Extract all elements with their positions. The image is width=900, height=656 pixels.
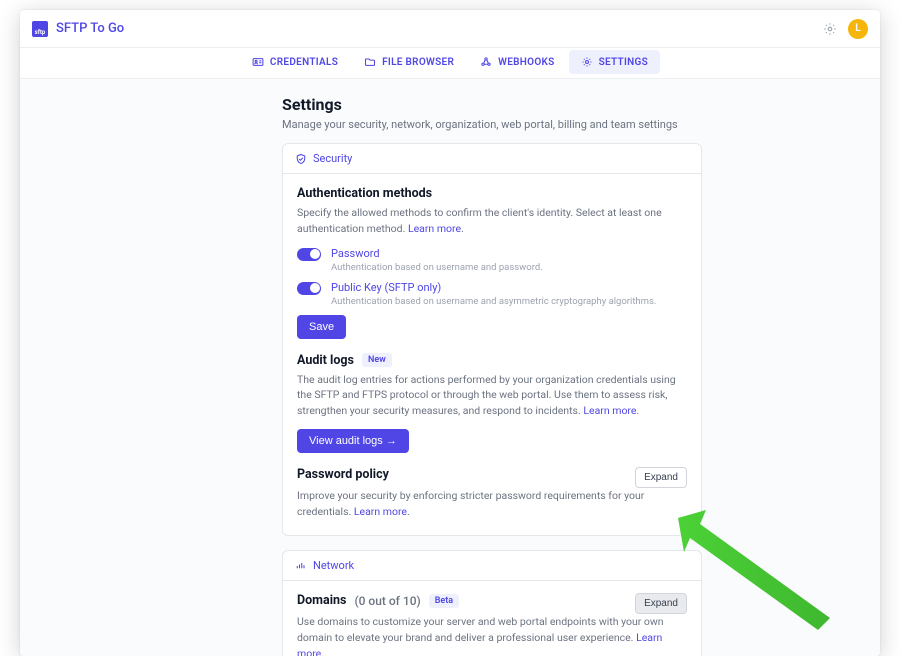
save-button[interactable]: Save [297,315,346,339]
view-audit-logs-button[interactable]: View audit logs → [297,429,409,453]
toggle-public-key-sub: Authentication based on username and asy… [331,296,687,307]
toggle-password-row: Password Authentication based on usernam… [297,247,687,273]
avatar[interactable]: L [848,19,868,39]
domains-title: Domains (0 out of 10) Beta [297,593,627,608]
toggle-password-sub: Authentication based on username and pas… [331,262,687,273]
id-card-icon [252,56,264,68]
top-bar: sftp SFTP To Go L [20,10,880,48]
expand-password-policy-button[interactable]: Expand [635,467,687,488]
toggle-public-key-label[interactable]: Public Key (SFTP only) [331,281,687,294]
toggle-public-key-row: Public Key (SFTP only) Authentication ba… [297,281,687,307]
tab-label: FILE BROWSER [382,57,454,68]
tab-label: SETTINGS [599,57,649,68]
panel-network: Network Domains (0 out of 10) Beta Expan… [282,550,702,656]
panel-header-network: Network [283,551,701,581]
auth-methods-title: Authentication methods [297,186,687,201]
domains-desc: Use domains to customize your server and… [297,614,687,656]
badge-beta: Beta [429,594,459,608]
tab-label: WEBHOOKS [498,57,554,68]
gear-icon[interactable] [822,21,838,37]
page-subtitle: Manage your security, network, organizat… [282,118,702,131]
page-title: Settings [282,95,702,114]
panel-header-label: Network [313,559,354,572]
app-shell: sftp SFTP To Go L CREDENTIALS FILE BROWS… [20,10,880,656]
domains-count: (0 out of 10) [354,594,420,608]
settings-icon [581,56,593,68]
toggle-password[interactable] [297,248,321,261]
password-policy-title: Password policy [297,467,627,482]
toggle-password-label[interactable]: Password [331,247,687,260]
expand-domains-button[interactable]: Expand [635,593,687,614]
tab-webhooks[interactable]: WEBHOOKS [468,50,566,74]
tabs-bar: CREDENTIALS FILE BROWSER WEBHOOKS SETTIN… [20,48,880,79]
audit-logs-desc: The audit log entries for actions perfor… [297,372,687,419]
panel-header-security: Security [283,144,701,174]
panel-header-label: Security [313,152,352,165]
brand-logo-icon: sftp [32,21,48,37]
network-icon [295,560,307,572]
shield-icon [295,153,307,165]
webhook-icon [480,56,492,68]
content-area: Settings Manage your security, network, … [20,79,880,656]
learn-more-link[interactable]: Learn more [354,505,407,518]
badge-new: New [362,353,392,367]
learn-more-link[interactable]: Learn more [408,222,461,235]
password-policy-desc: Improve your security by enforcing stric… [297,488,687,520]
audit-logs-title: Audit logs New [297,353,687,368]
tab-credentials[interactable]: CREDENTIALS [240,50,350,74]
tab-label: CREDENTIALS [270,57,338,68]
panel-security: Security Authentication methods Specify … [282,143,702,536]
toggle-public-key[interactable] [297,282,321,295]
learn-more-link[interactable]: Learn more [583,404,636,417]
tab-settings[interactable]: SETTINGS [569,50,661,74]
brand-name[interactable]: SFTP To Go [56,21,124,36]
tab-file-browser[interactable]: FILE BROWSER [352,50,466,74]
folder-icon [364,56,376,68]
auth-methods-desc: Specify the allowed methods to confirm t… [297,205,687,237]
